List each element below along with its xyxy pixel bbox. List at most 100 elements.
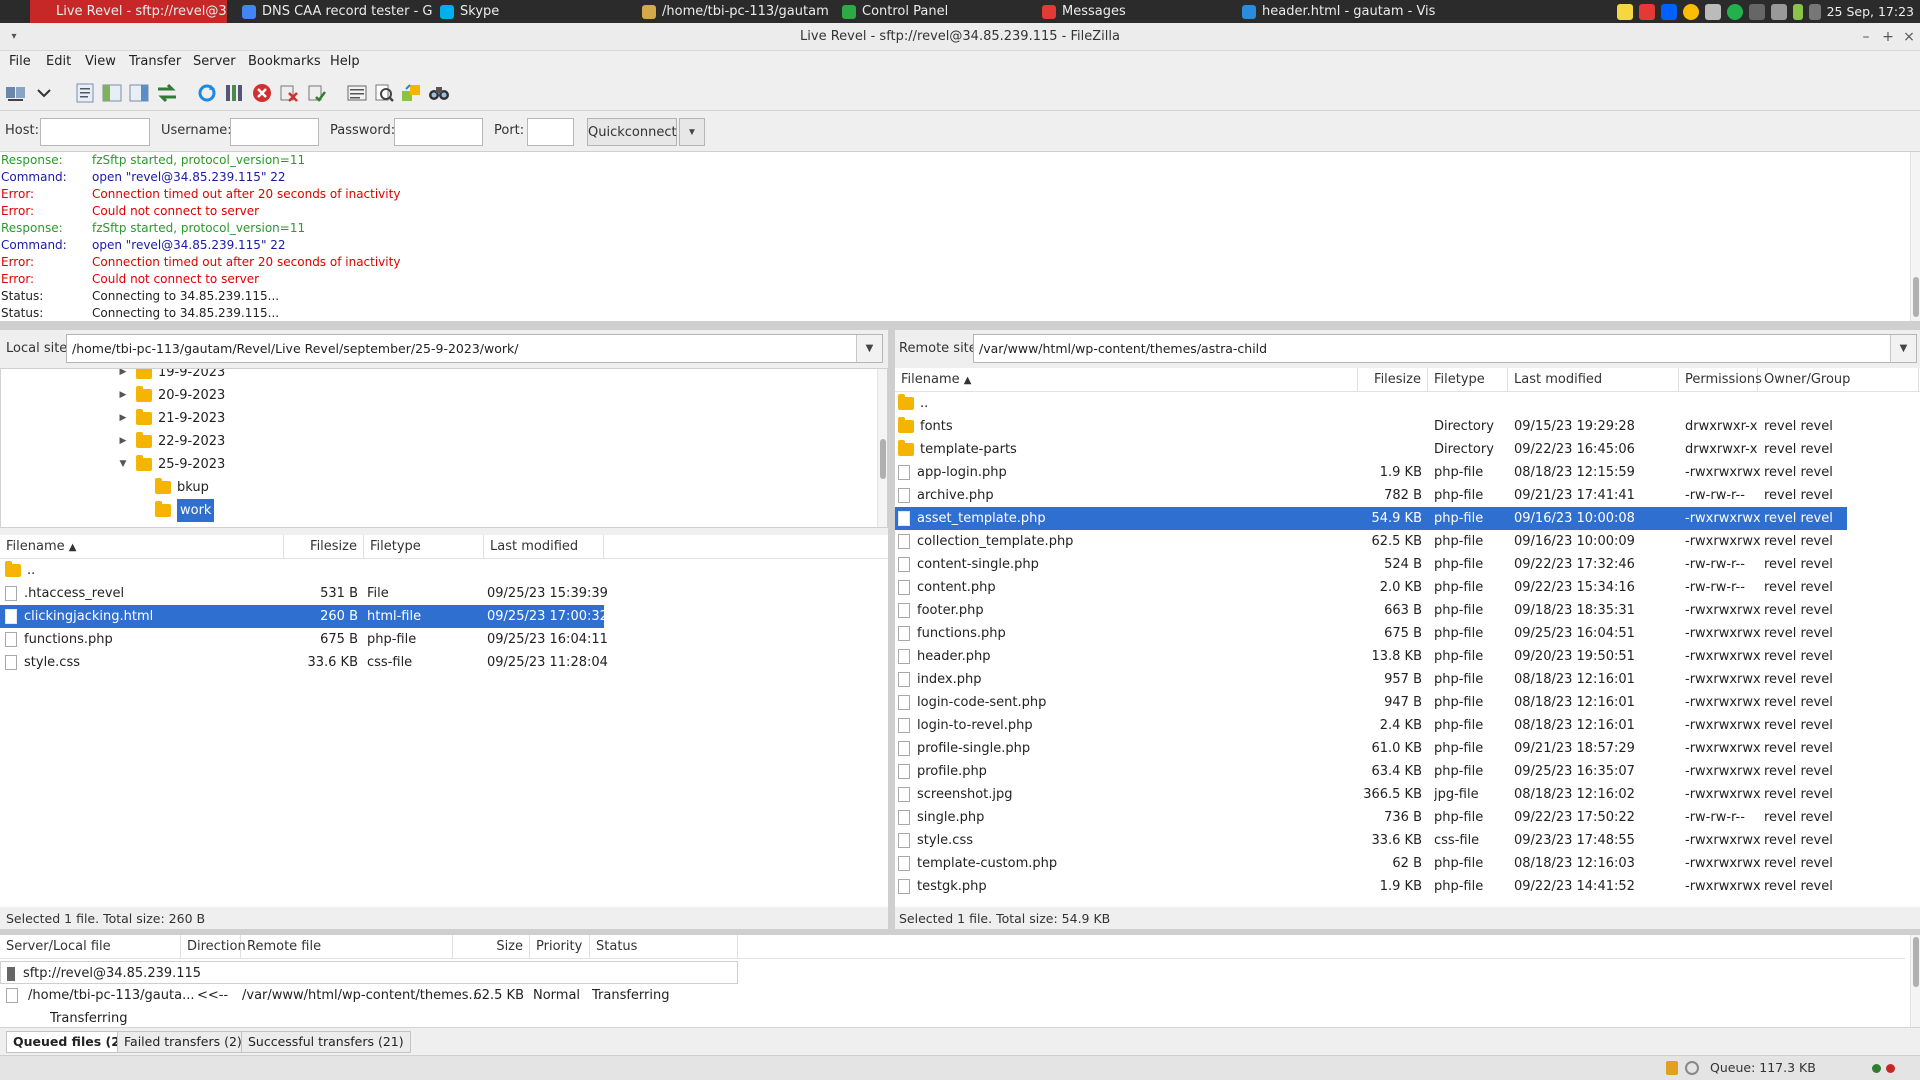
tree-node[interactable]: ▶ 19-9-2023 <box>118 369 225 384</box>
file-row[interactable]: functions.php 675 B php-file 09/25/23 16:04… <box>895 622 1920 645</box>
file-row[interactable]: template-custom.php 62 B php-file 08/18/23 … <box>895 852 1920 875</box>
toggle-queue-icon[interactable] <box>155 81 179 105</box>
file-row[interactable]: index.php 957 B php-file 08/18/23 12:16:01 -… <box>895 668 1920 691</box>
queue-server-row[interactable]: sftp://revel@34.85.239.115 <box>0 961 738 984</box>
file-row[interactable]: functions.php 675 B php-file 09/25/23 16:04… <box>0 628 888 651</box>
file-row[interactable]: profile-single.php 61.0 KB php-file 09/21/2… <box>895 737 1920 760</box>
remote-col-permissions[interactable]: Permissions <box>1679 368 1762 392</box>
bell-icon[interactable] <box>1770 3 1787 20</box>
dropbox-icon[interactable] <box>1660 3 1677 20</box>
battery-icon[interactable] <box>1792 3 1803 20</box>
remote-path-dropdown-icon[interactable]: ▼ <box>1890 335 1916 362</box>
expand-down-icon[interactable]: ▼ <box>118 453 128 476</box>
file-row[interactable]: content.php 2.0 KB php-file 09/22/23 15:34:… <box>895 576 1920 599</box>
clock[interactable]: 25 Sep, 17:23 <box>1827 4 1914 19</box>
tab-successful-transfers[interactable]: Successful transfers (21) <box>241 1031 411 1053</box>
file-row[interactable]: footer.php 663 B php-file 09/18/23 18:35:31… <box>895 599 1920 622</box>
log-scrollbar[interactable] <box>1910 152 1920 321</box>
queue-item-row[interactable]: /home/tbi-pc-113/gauta... <<-- /var/www/… <box>0 984 1905 1007</box>
taskbar-task[interactable]: /home/tbi-pc-113/gautam/R... <box>636 0 828 23</box>
file-row[interactable]: archive.php 782 B php-file 09/21/23 17:41:4… <box>895 484 1920 507</box>
reconnect-icon[interactable] <box>305 81 329 105</box>
network-icon[interactable] <box>1748 3 1765 20</box>
refresh-icon[interactable] <box>195 81 219 105</box>
tree-node[interactable]: bkup <box>155 476 209 499</box>
remote-path-combo[interactable]: /var/www/html/wp-content/themes/astra-ch… <box>973 334 1917 363</box>
queue-scrollbar[interactable] <box>1910 935 1920 1027</box>
queue-col-direction[interactable]: Direction <box>181 935 246 959</box>
minimize-icon[interactable]: – <box>1856 27 1876 47</box>
file-row[interactable]: template-parts Directory 09/22/23 16:45:06… <box>895 438 1920 461</box>
process-queue-icon[interactable] <box>222 81 246 105</box>
directory-listing-filters-icon[interactable] <box>345 81 369 105</box>
taskbar-task[interactable]: header.html - gautam - Visu... <box>1236 0 1436 23</box>
site-manager-dropdown-icon[interactable] <box>32 81 56 105</box>
disconnect-icon[interactable] <box>277 81 301 105</box>
close-icon[interactable]: × <box>1899 27 1919 47</box>
quickconnect-dropdown-icon[interactable]: ▼ <box>679 118 705 146</box>
local-col-filesize[interactable]: Filesize <box>284 535 364 559</box>
file-row[interactable]: fonts Directory 09/15/23 19:29:28 drwxrwxr-… <box>895 415 1920 438</box>
file-row[interactable]: style.css 33.6 KB css-file 09/25/23 11:28:0… <box>0 651 888 674</box>
file-row[interactable]: login-to-revel.php 2.4 KB php-file 08/18/23… <box>895 714 1920 737</box>
queue-col-priority[interactable]: Priority <box>530 935 590 959</box>
file-row[interactable]: .. <box>895 392 1920 415</box>
local-col-modified[interactable]: Last modified <box>484 535 604 559</box>
file-row[interactable]: app-login.php 1.9 KB php-file 08/18/23 12:1… <box>895 461 1920 484</box>
quickconnect-button[interactable]: Quickconnect <box>587 118 677 146</box>
expand-right-icon[interactable]: ▶ <box>118 407 128 430</box>
taskbar-task[interactable]: Skype <box>434 0 504 23</box>
chrome-tray-icon[interactable] <box>1682 3 1699 20</box>
maximize-icon[interactable]: + <box>1878 27 1898 47</box>
cloud-icon[interactable] <box>1704 3 1721 20</box>
notes-icon[interactable] <box>1616 3 1633 20</box>
remote-col-filesize[interactable]: Filesize <box>1358 368 1428 392</box>
tree-node[interactable]: ▶ 22-9-2023 <box>118 430 225 453</box>
local-tree-scrollbar[interactable] <box>877 369 887 527</box>
tree-node[interactable]: ▶ 21-9-2023 <box>118 407 225 430</box>
file-row[interactable]: clickingjacking.html 260 B html-file 09/25/… <box>0 605 608 628</box>
search-remote-files-icon[interactable] <box>427 81 451 105</box>
file-row[interactable]: testgk.php 1.9 KB php-file 09/22/23 14:41:5… <box>895 875 1920 898</box>
anydesk-icon[interactable] <box>1638 3 1655 20</box>
directory-comparison-icon[interactable] <box>372 81 396 105</box>
remote-col-modified[interactable]: Last modified <box>1508 368 1679 392</box>
toggle-log-icon[interactable] <box>73 81 97 105</box>
remote-col-filetype[interactable]: Filetype <box>1428 368 1508 392</box>
queue-col-status[interactable]: Status <box>590 935 738 959</box>
toggle-remote-tree-icon[interactable] <box>127 81 151 105</box>
file-row[interactable]: header.php 13.8 KB php-file 09/20/23 19:50:… <box>895 645 1920 668</box>
file-row[interactable]: single.php 736 B php-file 09/22/23 17:50:22… <box>895 806 1920 829</box>
menu-help[interactable]: Help <box>330 51 360 73</box>
queue-col-remote[interactable]: Remote file <box>241 935 453 959</box>
expand-right-icon[interactable]: ▶ <box>118 430 128 453</box>
menu-edit[interactable]: Edit <box>46 51 71 73</box>
toggle-local-tree-icon[interactable] <box>100 81 124 105</box>
window-menu-icon[interactable]: ▾ <box>4 27 24 47</box>
file-row[interactable]: style.css 33.6 KB css-file 09/23/23 17:48:5… <box>895 829 1920 852</box>
taskbar-task[interactable]: Messages <box>1036 0 1176 23</box>
expand-right-icon[interactable]: ▶ <box>118 384 128 407</box>
cancel-operation-icon[interactable] <box>250 81 274 105</box>
local-path-combo[interactable]: /home/tbi-pc-113/gautam/Revel/Live Revel… <box>66 334 883 363</box>
file-row[interactable]: .. <box>0 559 888 582</box>
file-row[interactable]: login-code-sent.php 947 B php-file 08/18/23… <box>895 691 1920 714</box>
queue-col-size[interactable]: Size <box>453 935 530 959</box>
synchronized-browsing-icon[interactable] <box>399 81 423 105</box>
tab-failed-transfers[interactable]: Failed transfers (2) <box>117 1031 249 1053</box>
file-row[interactable]: profile.php 63.4 KB php-file 09/25/23 16:35… <box>895 760 1920 783</box>
remote-col-owner[interactable]: Owner/Group <box>1758 368 1919 392</box>
site-manager-icon[interactable] <box>4 81 28 105</box>
local-path-dropdown-icon[interactable]: ▼ <box>856 335 882 362</box>
username-input[interactable] <box>230 118 319 146</box>
tree-node[interactable]: ▼ 25-9-2023 <box>118 453 225 476</box>
password-input[interactable] <box>394 118 483 146</box>
tab-queued-files[interactable]: Queued files (2) <box>6 1031 133 1053</box>
file-row[interactable]: asset_template.php 54.9 KB php-file 09/16/2… <box>895 507 1847 530</box>
check-icon[interactable] <box>1726 3 1743 20</box>
file-row[interactable]: .htaccess_revel 531 B File 09/25/23 15:39:3… <box>0 582 888 605</box>
file-row[interactable]: collection_template.php 62.5 KB php-file 09… <box>895 530 1920 553</box>
pane-splitter[interactable] <box>888 330 895 930</box>
port-input[interactable] <box>527 118 574 146</box>
remote-col-filename[interactable]: Filename ▲ <box>895 368 1358 392</box>
